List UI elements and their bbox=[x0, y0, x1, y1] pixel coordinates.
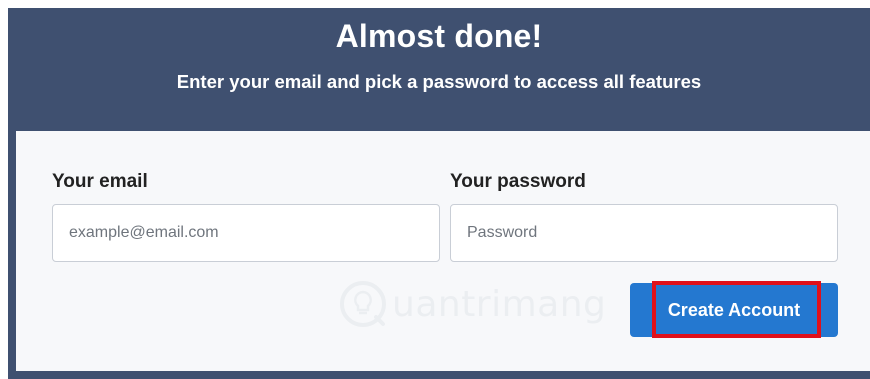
page-subtitle: Enter your email and pick a password to … bbox=[176, 71, 702, 92]
page-title: Almost done! bbox=[335, 18, 543, 54]
watermark: uantrimang bbox=[338, 274, 606, 334]
email-field[interactable] bbox=[52, 204, 440, 262]
signup-panel: Almost done! Enter your email and pick a… bbox=[8, 8, 870, 379]
watermark-text: uantrimang bbox=[392, 283, 607, 325]
password-label: Your password bbox=[450, 171, 586, 192]
password-field[interactable] bbox=[450, 204, 838, 262]
create-account-button[interactable]: Create Account bbox=[630, 283, 838, 337]
quantrimang-logo-icon bbox=[340, 281, 386, 327]
signup-form-card: Your email Your password uantrimang Crea… bbox=[16, 131, 870, 371]
email-label: Your email bbox=[52, 171, 148, 192]
